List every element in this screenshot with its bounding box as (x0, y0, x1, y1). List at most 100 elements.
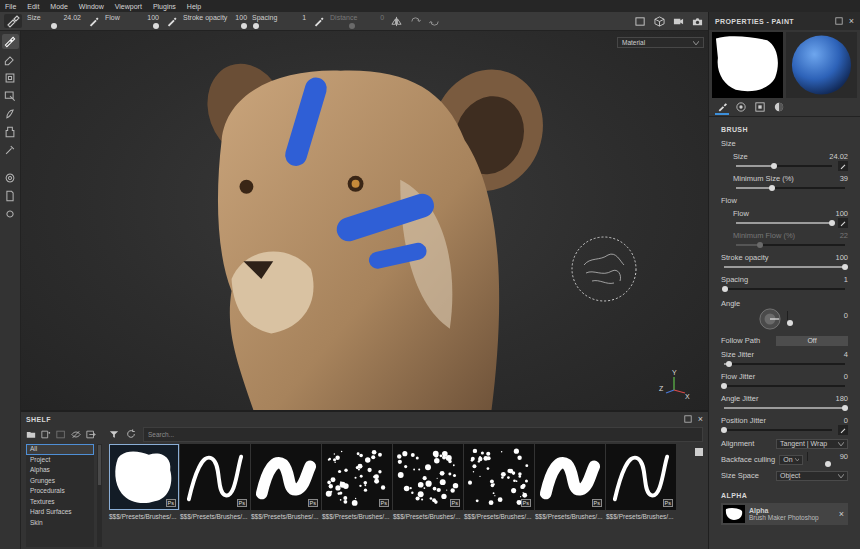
category-item[interactable]: Skin (26, 518, 94, 529)
resource-item[interactable]: Ps $$$/Presets/Brushes/... (535, 444, 605, 520)
refresh-icon[interactable] (126, 429, 136, 439)
angle-dial[interactable] (759, 308, 781, 330)
tool-button[interactable] (2, 170, 19, 185)
slider-value[interactable]: 180 (835, 394, 848, 403)
pressure-button[interactable] (838, 161, 848, 171)
resource-item[interactable]: Ps $$$/Presets/Brushes/... (251, 444, 321, 520)
tool-button[interactable] (2, 52, 19, 67)
tool-button[interactable] (2, 142, 19, 157)
properties-tab[interactable] (715, 101, 729, 115)
menu-item[interactable]: Help (187, 3, 201, 10)
slider-value[interactable]: 22 (840, 231, 848, 240)
tool-button[interactable] (2, 106, 19, 121)
slider-value[interactable]: 1 (844, 275, 848, 284)
slider-track[interactable] (724, 288, 845, 290)
toolbar-slider[interactable]: Spacing 1 (252, 14, 306, 29)
symmetry-button[interactable] (389, 14, 403, 28)
properties-tab[interactable] (734, 101, 748, 115)
resource-item[interactable]: Ps $$$/Presets/Brushes/... (464, 444, 534, 520)
slider-track[interactable] (724, 385, 845, 387)
tool-button[interactable] (2, 88, 19, 103)
view-button[interactable] (633, 14, 647, 28)
slider-track[interactable] (736, 222, 832, 224)
category-item[interactable]: All (26, 444, 94, 455)
pressure-button[interactable] (838, 425, 848, 435)
tool-button[interactable] (2, 70, 19, 85)
display-mode-dropdown[interactable]: Material (617, 37, 704, 48)
hide-icon[interactable] (71, 430, 81, 439)
slider-track[interactable] (736, 187, 845, 189)
radial-button[interactable] (427, 14, 441, 28)
tool-button[interactable] (2, 206, 19, 221)
toolbar-slider[interactable]: Stroke opacity 100 (183, 14, 247, 29)
brush-preset-button[interactable] (4, 14, 22, 28)
resource-item[interactable]: Ps $$$/Presets/Brushes/... (109, 444, 179, 520)
close-button[interactable]: × (698, 415, 703, 424)
resource-item[interactable]: Ps $$$/Presets/Brushes/... (393, 444, 463, 520)
toolbar-slider[interactable]: Flow 100 (105, 14, 159, 29)
category-item[interactable]: Textures (26, 497, 94, 508)
view-toggle[interactable] (695, 448, 703, 456)
scrollbar[interactable] (97, 444, 102, 547)
mirror-button[interactable] (408, 14, 422, 28)
category-item[interactable]: Grunges (26, 476, 94, 487)
resource-item[interactable]: Ps $$$/Presets/Brushes/... (322, 444, 392, 520)
pressure-button[interactable] (311, 14, 325, 28)
slider-value[interactable]: 90 (807, 452, 848, 461)
restore-icon[interactable] (835, 17, 843, 25)
resource-item[interactable]: Ps $$$/Presets/Brushes/... (606, 444, 676, 520)
category-item[interactable]: Alphas (26, 465, 94, 476)
properties-tab[interactable] (772, 101, 786, 115)
new-folder-icon[interactable] (41, 430, 51, 439)
tool-button[interactable] (2, 188, 19, 203)
save-icon[interactable] (56, 430, 66, 439)
angle-value[interactable]: 0 (787, 311, 848, 320)
slider-track[interactable] (736, 165, 832, 167)
menu-item[interactable]: Window (79, 3, 104, 10)
select-dropdown[interactable]: Object (776, 471, 848, 481)
category-item[interactable]: Procedurals (26, 486, 94, 497)
folder-icon[interactable] (26, 430, 36, 439)
toggle-button[interactable]: Off (776, 336, 848, 346)
camera-button[interactable] (690, 14, 704, 28)
slider-track[interactable] (724, 429, 832, 431)
close-button[interactable]: × (849, 17, 854, 26)
remove-alpha-button[interactable]: × (839, 510, 844, 519)
pressure-button[interactable] (164, 14, 178, 28)
slider-value[interactable]: 0 (844, 372, 848, 381)
tool-button[interactable] (2, 124, 19, 139)
slider-value[interactable]: 100 (835, 253, 848, 262)
menu-item[interactable]: Edit (27, 3, 39, 10)
toolbar-slider-value[interactable]: 100 (147, 14, 159, 22)
restore-icon[interactable] (684, 415, 692, 423)
toolbar-slider-value[interactable]: 1 (302, 14, 306, 22)
resource-item[interactable]: Ps $$$/Presets/Brushes/... (180, 444, 250, 520)
video-button[interactable] (671, 14, 685, 28)
toolbar-slider[interactable]: Size 24.02 (27, 14, 81, 29)
slider-track[interactable] (724, 407, 845, 409)
pressure-button[interactable] (838, 218, 848, 228)
toolbar-slider[interactable]: Distance 0 (330, 14, 384, 29)
menu-item[interactable]: File (5, 3, 16, 10)
slider-track[interactable] (736, 244, 845, 246)
category-item[interactable]: Project (26, 455, 94, 466)
pressure-button[interactable] (86, 14, 100, 28)
slider-track[interactable] (724, 363, 845, 365)
toolbar-slider-value[interactable]: 0 (380, 14, 384, 22)
select-dropdown[interactable]: On (779, 455, 803, 465)
cube-button[interactable] (652, 14, 666, 28)
menu-item[interactable]: Mode (50, 3, 68, 10)
slider-value[interactable]: 24.02 (829, 152, 848, 161)
toolbar-slider-value[interactable]: 24.02 (63, 14, 81, 22)
menu-item[interactable]: Plugins (153, 3, 176, 10)
slider-track[interactable] (724, 266, 845, 268)
select-dropdown[interactable]: Tangent | Wrap (776, 439, 848, 449)
menu-item[interactable]: Viewport (115, 3, 142, 10)
viewport[interactable]: Material YZX (21, 31, 708, 410)
slider-value[interactable]: 39 (840, 174, 848, 183)
slider-value[interactable]: 0 (844, 416, 848, 425)
search-input[interactable] (143, 427, 703, 442)
tool-button[interactable] (2, 34, 19, 49)
import-icon[interactable] (86, 430, 96, 439)
slider-value[interactable]: 100 (835, 209, 848, 218)
